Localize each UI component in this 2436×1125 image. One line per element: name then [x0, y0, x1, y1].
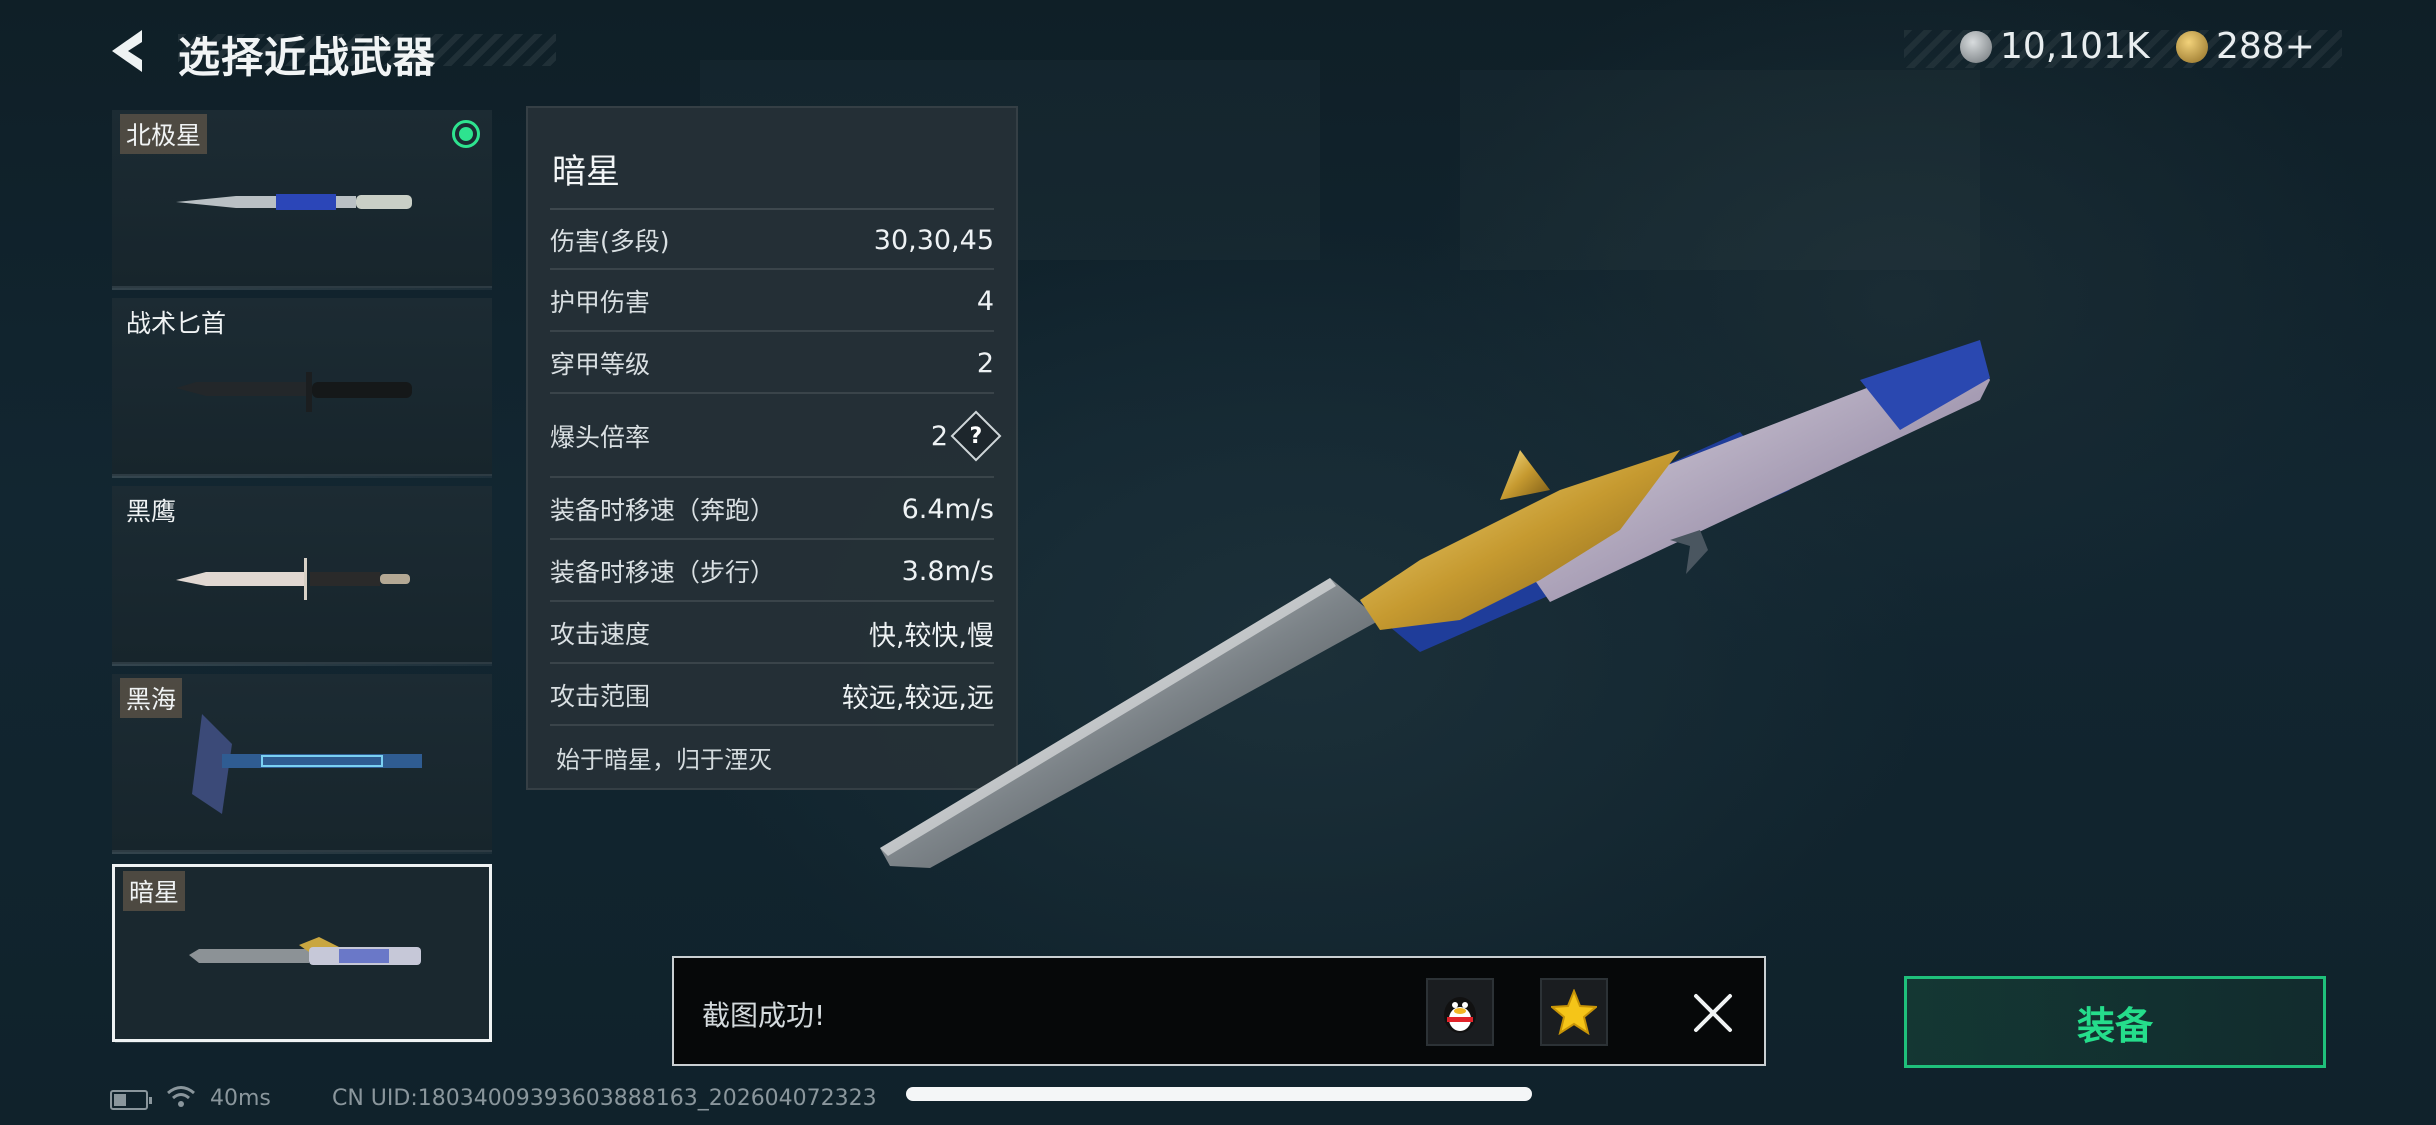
back-arrow-icon[interactable] [108, 28, 150, 74]
stat-label: 伤害(多段) [550, 227, 670, 256]
equip-button[interactable]: 装备 [1904, 976, 2326, 1068]
weapon-card-name: 北极星 [120, 114, 208, 154]
weapon-card-tactical-dagger[interactable]: 战术匕首 [112, 298, 492, 478]
knife-thumbnail-icon [176, 372, 412, 412]
stat-row-damage: 伤害(多段) 30,30,45 [550, 212, 994, 270]
qzone-star-icon [1551, 989, 1597, 1035]
equipped-indicator-icon [452, 120, 480, 148]
weapon-card-name: 暗星 [123, 871, 186, 911]
knife-thumbnail-icon [176, 558, 410, 600]
knife-thumbnail-icon [189, 937, 421, 965]
currency-gold[interactable]: 288+ [2176, 26, 2315, 67]
wifi-icon [167, 1086, 195, 1107]
user-uid: CN UID:18034009393603888163_202604072323 [332, 1086, 877, 1111]
weapon-preview-illustration[interactable] [860, 320, 2000, 880]
weapon-description: 始于暗星，归于湮灭 [556, 746, 772, 774]
stat-label: 攻击范围 [550, 682, 651, 711]
share-qq-button[interactable] [1426, 978, 1494, 1046]
axe-thumbnail-icon [192, 714, 422, 814]
weapon-card-heihai[interactable]: 黑海 [112, 674, 492, 854]
close-icon[interactable] [1688, 988, 1738, 1038]
battery-icon [110, 1090, 152, 1110]
silver-coin-icon [1960, 30, 1992, 63]
weapon-stats-name: 暗星 [552, 152, 620, 192]
weapon-card-anxing[interactable]: 暗星 [112, 864, 492, 1043]
toast-message: 截图成功! [702, 999, 826, 1032]
knife-thumbnail-icon [176, 194, 412, 210]
page-title: 选择近战武器 [178, 33, 437, 82]
stat-label: 装备时移速（奔跑） [550, 496, 776, 525]
weapon-card-beijixing[interactable]: 北极星 [112, 110, 492, 290]
stat-label: 攻击速度 [550, 620, 651, 649]
home-indicator[interactable] [906, 1087, 1532, 1101]
share-qzone-button[interactable] [1540, 978, 1608, 1046]
weapon-card-heiying[interactable]: 黑鹰 [112, 486, 492, 666]
weapon-card-name: 黑鹰 [126, 497, 177, 526]
background-panel [1460, 70, 1980, 270]
currency-silver-value: 10,101K [2000, 26, 2150, 67]
qq-penguin-icon [1444, 997, 1476, 1033]
screenshot-toast: 截图成功! [672, 956, 1766, 1066]
stat-label: 护甲伤害 [550, 288, 651, 317]
weapon-card-name: 战术匕首 [126, 309, 227, 338]
stat-value: 4 [976, 285, 994, 317]
divider [550, 208, 994, 210]
weapon-card-name: 黑海 [120, 678, 183, 718]
stat-label: 爆头倍率 [550, 423, 651, 452]
gold-coin-icon [2176, 30, 2208, 63]
currency-gold-value: 288+ [2216, 26, 2315, 67]
stat-value: 30,30,45 [873, 224, 994, 256]
ping-value: 40ms [210, 1086, 271, 1111]
currency-silver[interactable]: 10,101K [1960, 26, 2150, 67]
stat-label: 穿甲等级 [550, 350, 651, 379]
stat-label: 装备时移速（步行） [550, 558, 776, 587]
